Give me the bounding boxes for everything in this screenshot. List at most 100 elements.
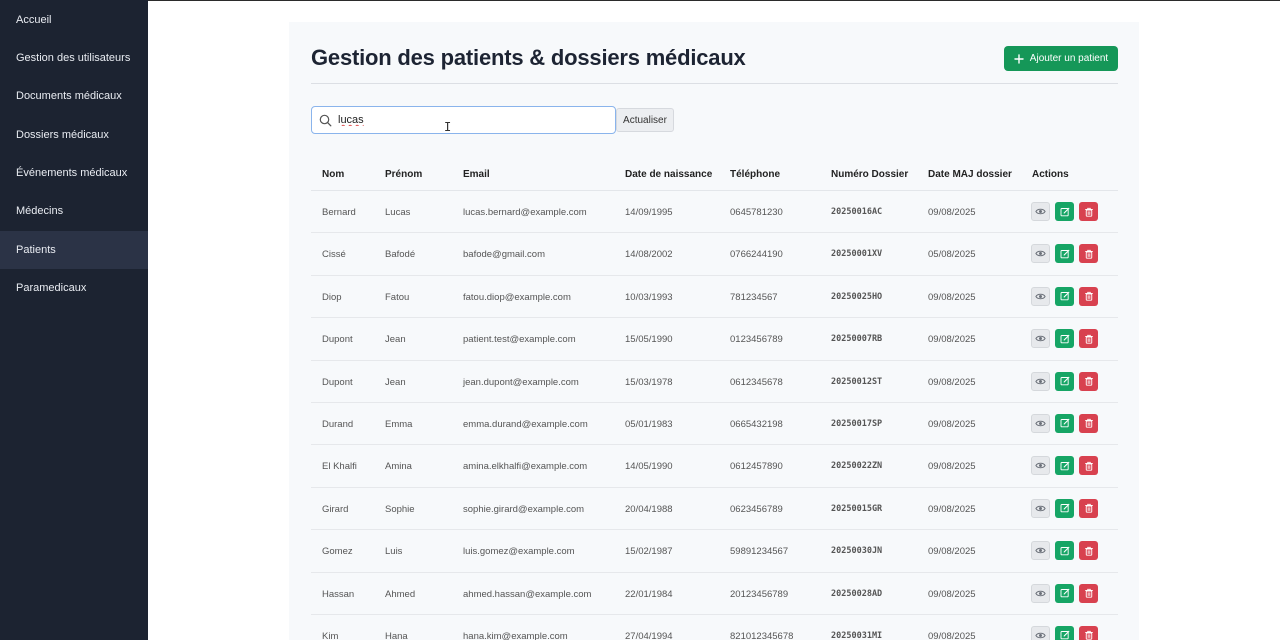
delete-button[interactable]: [1079, 625, 1098, 640]
table-row: Kim Hana hana.kim@example.com 27/04/1994…: [311, 615, 1118, 640]
delete-button[interactable]: [1079, 286, 1098, 306]
cell-date-maj: 09/08/2025: [928, 207, 976, 218]
cell-nom: Durand: [322, 418, 354, 430]
cell-prenom: Fatou: [385, 291, 410, 303]
cell-telephone: 0612457890: [730, 461, 783, 473]
view-button[interactable]: [1031, 498, 1050, 518]
edit-button[interactable]: [1055, 244, 1074, 264]
edit-button[interactable]: [1055, 625, 1074, 640]
edit-icon: [1060, 546, 1069, 555]
table-row: Hassan Ahmed ahmed.hassan@example.com 22…: [311, 573, 1118, 615]
view-button[interactable]: [1031, 371, 1050, 391]
sidebar-item-medecins[interactable]: Médecins: [0, 192, 148, 230]
view-button[interactable]: [1031, 202, 1050, 221]
view-button[interactable]: [1031, 413, 1050, 433]
edit-button[interactable]: [1055, 202, 1074, 221]
edit-button[interactable]: [1055, 498, 1074, 518]
column-header-prenom[interactable]: Prénom: [385, 169, 422, 180]
sidebar-item-paramedicaux[interactable]: Paramedicaux: [0, 269, 148, 307]
cell-prenom: Emma: [385, 418, 413, 430]
cell-nom: Kim: [322, 630, 339, 640]
patients-table: Nom Prénom Email Date de naissance Télép…: [311, 159, 1118, 640]
delete-button[interactable]: [1079, 456, 1098, 476]
search-box[interactable]: [311, 106, 616, 134]
cell-date-naissance: 14/09/1995: [625, 207, 673, 218]
table-body: Bernard Lucas lucas.bernard@example.com …: [311, 191, 1118, 640]
edit-button[interactable]: [1055, 371, 1074, 391]
view-button[interactable]: [1031, 244, 1050, 264]
delete-button[interactable]: [1079, 541, 1098, 561]
refresh-button[interactable]: Actualiser: [616, 108, 674, 132]
column-header-date-maj[interactable]: Date MAJ dossier: [928, 169, 1012, 180]
cell-email: luis.gomez@example.com: [463, 546, 575, 558]
cell-prenom: Jean: [385, 376, 406, 388]
edit-button[interactable]: [1055, 286, 1074, 306]
trash-icon: [1084, 631, 1093, 640]
cell-nom: Hassan: [322, 588, 355, 600]
trash-icon: [1084, 376, 1093, 386]
cell-numero-dossier: 20250017SP: [831, 418, 883, 429]
cell-prenom: Luis: [385, 546, 403, 558]
delete-button[interactable]: [1079, 202, 1098, 221]
sidebar-item-documents-medicaux[interactable]: Documents médicaux: [0, 77, 148, 115]
table-row: Diop Fatou fatou.diop@example.com 10/03/…: [311, 276, 1118, 319]
cell-email: patient.test@example.com: [463, 334, 576, 346]
table-row: Gomez Luis luis.gomez@example.com 15/02/…: [311, 530, 1118, 573]
view-button[interactable]: [1031, 541, 1050, 561]
eye-icon: [1035, 293, 1046, 299]
row-actions: [1031, 583, 1098, 603]
row-actions: [1031, 498, 1098, 518]
cell-nom: Dupont: [322, 376, 353, 388]
cell-date-naissance: 14/08/2002: [625, 249, 673, 261]
edit-icon: [1060, 207, 1069, 216]
table-header: Nom Prénom Email Date de naissance Télép…: [311, 159, 1118, 191]
delete-button[interactable]: [1079, 329, 1098, 349]
edit-icon: [1060, 334, 1069, 343]
eye-icon: [1035, 208, 1046, 215]
edit-button[interactable]: [1055, 541, 1074, 561]
cell-nom: Bernard: [322, 207, 356, 218]
sidebar-item-gestion-utilisateurs[interactable]: Gestion des utilisateurs: [0, 39, 148, 77]
row-actions: [1031, 202, 1098, 221]
view-button[interactable]: [1031, 625, 1050, 640]
edit-button[interactable]: [1055, 583, 1074, 603]
edit-button[interactable]: [1055, 413, 1074, 433]
column-header-telephone[interactable]: Téléphone: [730, 169, 780, 180]
view-button[interactable]: [1031, 329, 1050, 349]
view-button[interactable]: [1031, 286, 1050, 306]
column-header-email[interactable]: Email: [463, 169, 490, 180]
column-header-nom[interactable]: Nom: [322, 169, 344, 180]
add-patient-button[interactable]: Ajouter un patient: [1004, 46, 1118, 71]
cell-date-naissance: 05/01/1983: [625, 418, 673, 430]
edit-icon: [1060, 504, 1069, 513]
view-button[interactable]: [1031, 456, 1050, 476]
cell-prenom: Jean: [385, 334, 406, 346]
cell-numero-dossier: 20250030JN: [831, 546, 883, 557]
trash-icon: [1084, 334, 1093, 344]
sidebar-item-dossiers-medicaux[interactable]: Dossiers médicaux: [0, 116, 148, 154]
delete-button[interactable]: [1079, 583, 1098, 603]
cell-date-naissance: 15/02/1987: [625, 546, 673, 558]
table-row: Dupont Jean jean.dupont@example.com 15/0…: [311, 361, 1118, 403]
edit-button[interactable]: [1055, 329, 1074, 349]
view-button[interactable]: [1031, 583, 1050, 603]
trash-icon: [1084, 292, 1093, 301]
delete-button[interactable]: [1079, 371, 1098, 391]
edit-button[interactable]: [1055, 456, 1074, 476]
search-input[interactable]: [338, 114, 588, 126]
table-row: Bernard Lucas lucas.bernard@example.com …: [311, 191, 1118, 234]
row-actions: [1031, 413, 1098, 433]
delete-button[interactable]: [1079, 498, 1098, 518]
cell-date-naissance: 15/05/1990: [625, 334, 673, 346]
column-header-numero-dossier[interactable]: Numéro Dossier: [831, 169, 908, 180]
row-actions: [1031, 625, 1098, 640]
cell-date-naissance: 14/05/1990: [625, 461, 673, 473]
delete-button[interactable]: [1079, 413, 1098, 433]
sidebar-item-accueil[interactable]: Accueil: [0, 1, 148, 39]
cell-date-naissance: 10/03/1993: [625, 291, 673, 303]
sidebar-item-evenements-medicaux[interactable]: Événements médicaux: [0, 154, 148, 192]
cell-telephone: 20123456789: [730, 588, 789, 600]
sidebar-item-patients[interactable]: Patients: [0, 231, 148, 269]
delete-button[interactable]: [1079, 244, 1098, 264]
column-header-date-naissance[interactable]: Date de naissance: [625, 169, 712, 180]
